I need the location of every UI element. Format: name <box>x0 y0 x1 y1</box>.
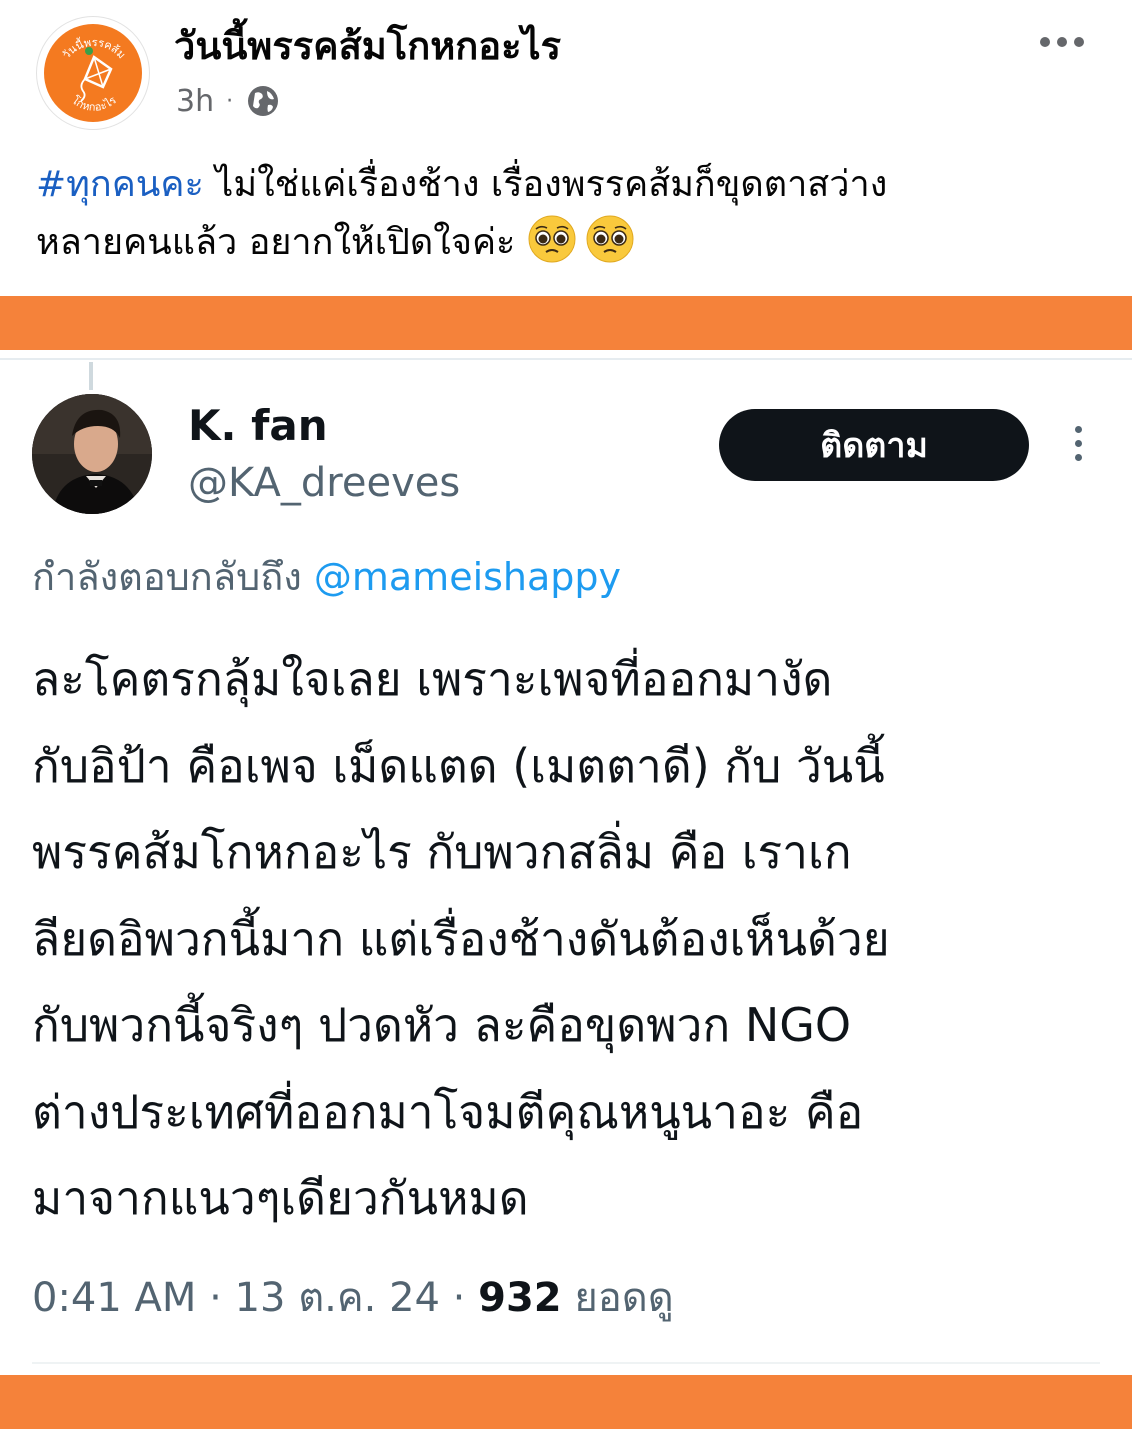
pleading-face-emoji <box>586 215 634 263</box>
post-text-line2: หลายคนแล้ว อยากให้เปิดใจค่ะ <box>36 222 516 263</box>
tweet-text-line: ต่างประเทศที่ออกมาโจมตีคุณหนูนาอะ คือ <box>32 1084 864 1139</box>
divider <box>32 1362 1100 1364</box>
post-header: วันนี้พรรคส้ม โกหกอะไร วันนี้พรรคส้มโกหก… <box>0 0 1132 140</box>
tweet-text-line: พรรคส้มโกหกอะไร กับพวกสลิ่ม คือ เราเก <box>32 825 852 879</box>
orange-frame-top <box>0 296 1132 350</box>
avatar-text-bottom: โกหกอะไร <box>69 93 119 114</box>
post-time[interactable]: 3h <box>176 84 214 119</box>
tweet-text-line: มาจากแนวๆเดียวกันหมด <box>32 1171 529 1225</box>
reply-prefix: กำลังตอบกลับถึง <box>32 555 314 599</box>
tweet-screenshot[interactable]: K. fan @KA_dreeves ติดตาม กำลังตอบกลับถึ… <box>0 350 1132 1375</box>
meta-separator: · <box>439 1275 479 1321</box>
user-handle[interactable]: @KA_dreeves <box>188 458 460 508</box>
tweet-time[interactable]: 0:41 AM <box>32 1275 196 1321</box>
tweet-date[interactable]: 13 ต.ค. 24 <box>235 1275 440 1321</box>
globe-icon[interactable] <box>245 83 281 119</box>
tweet-text-line: กับพวกนี้จริงๆ ปวดหัว ละคือขุดพวก NGO <box>32 998 852 1052</box>
tweet-text-line: ลียดอิพวกนี้มาก แต่เรื่องช้างดันต้องเห็น… <box>32 911 890 966</box>
kite-logo-icon: วันนี้พรรคส้ม โกหกอะไร <box>60 36 128 114</box>
post-text-line1: ไม่ใช่แค่เรื่องช้าง เรื่องพรรคส้มก็ขุดตา… <box>203 164 888 205</box>
view-count: 932 <box>478 1275 562 1321</box>
tweet-meta: 0:41 AM · 13 ต.ค. 24 · 932 ยอดดู <box>32 1268 674 1328</box>
page-name[interactable]: วันนี้พรรคส้มโกหกอะไร <box>174 20 561 72</box>
tweet-text-line: กับอิป้า คือเพจ เม็ดแตด (เมตตาดี) กับ วั… <box>32 738 885 793</box>
avatar <box>32 394 152 514</box>
view-label: ยอดดู <box>574 1275 674 1321</box>
tweet-text-line: ละโคตรกลุ้มใจเลย เพราะเพจที่ออกมางัด <box>32 652 833 706</box>
post-meta: 3h · <box>176 80 281 122</box>
divider <box>0 358 1132 360</box>
page-avatar[interactable]: วันนี้พรรคส้ม โกหกอะไร <box>36 16 150 130</box>
reply-context: กำลังตอบกลับถึง @mameishappy <box>32 550 621 604</box>
profile-photo-icon <box>32 394 152 514</box>
hashtag-link[interactable]: #ทุกคนคะ <box>36 164 204 205</box>
svg-text:โกหกอะไร: โกหกอะไร <box>69 93 119 114</box>
display-name[interactable]: K. fan <box>188 400 328 452</box>
tweet-more-icon[interactable] <box>1070 426 1086 466</box>
follow-button[interactable]: ติดตาม <box>719 409 1029 481</box>
more-options-icon[interactable] <box>1040 28 1100 56</box>
post-text: #ทุกคนคะ ไม่ใช่แค่เรื่องช้าง เรื่องพรรคส… <box>36 156 1096 272</box>
thread-connector <box>89 362 93 390</box>
orange-frame-bottom <box>0 1375 1132 1429</box>
tweet-text: ละโคตรกลุ้มใจเลย เพราะเพจที่ออกมางัด กับ… <box>32 636 1102 1242</box>
meta-separator: · <box>196 1275 235 1321</box>
pleading-face-emoji <box>528 215 576 263</box>
reply-mention-link[interactable]: @mameishappy <box>314 555 621 599</box>
meta-separator: · <box>226 88 234 114</box>
